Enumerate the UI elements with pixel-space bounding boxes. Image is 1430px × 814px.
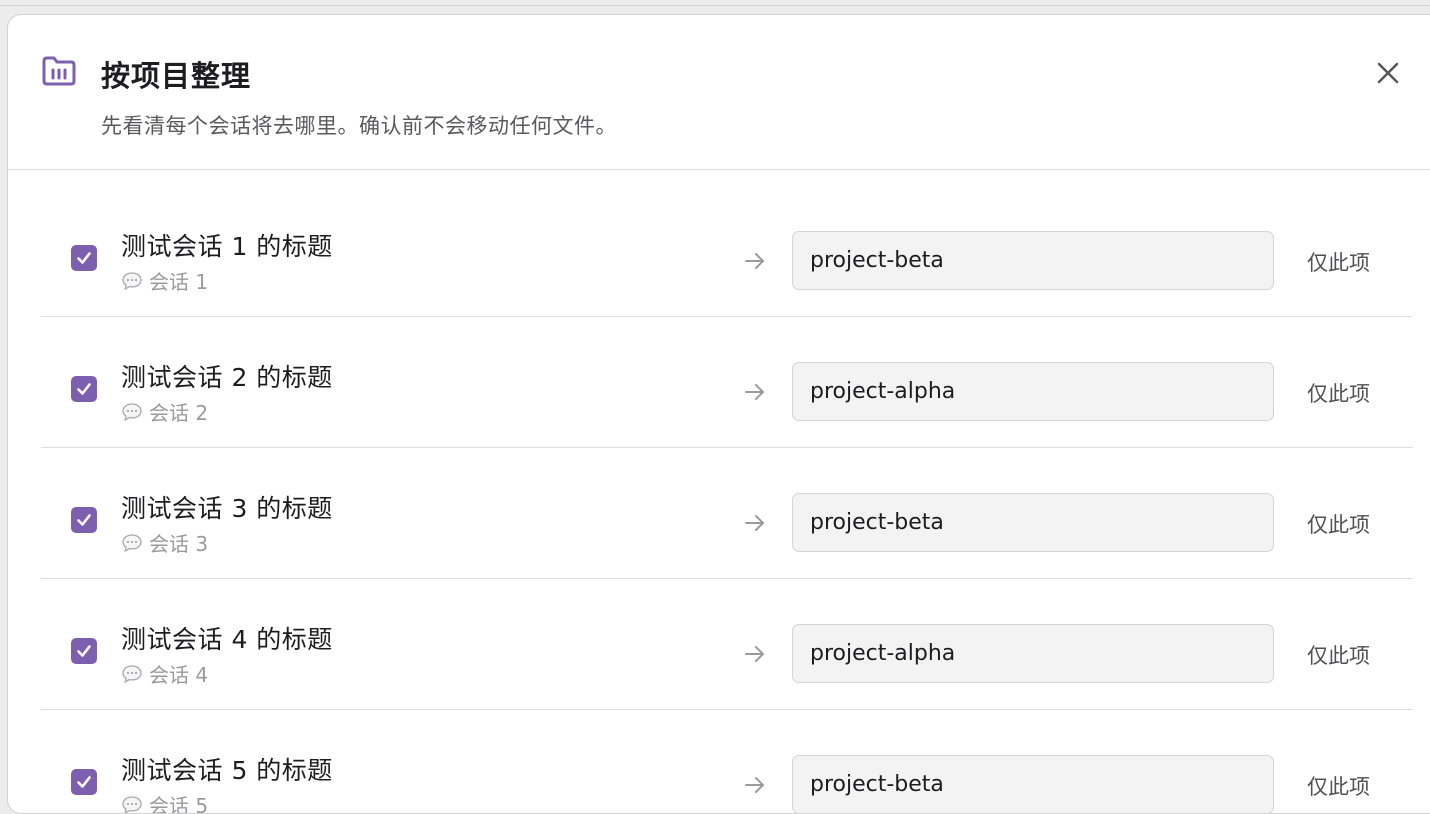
arrow-right-icon	[743, 249, 767, 273]
project-field[interactable]	[792, 755, 1274, 814]
session-checkbox[interactable]	[71, 507, 97, 533]
session-list: 测试会话 1 的标题 会话 1 仅此项 测试会话 2 的标题	[41, 186, 1413, 814]
only-this-button[interactable]: 仅此项	[1307, 378, 1370, 408]
session-row: 测试会话 1 的标题 会话 1 仅此项	[41, 186, 1413, 317]
session-meta-label: 会话 4	[149, 659, 208, 688]
organize-by-project-dialog: 按项目整理 先看清每个会话将去哪里。确认前不会移动任何文件。 测试会话 1 的标…	[7, 14, 1430, 814]
project-field[interactable]	[792, 493, 1274, 552]
arrow-right-icon	[743, 642, 767, 666]
arrow-right-icon	[743, 511, 767, 535]
session-meta: 会话 3	[121, 528, 208, 557]
dialog-header: 按项目整理 先看清每个会话将去哪里。确认前不会移动任何文件。	[8, 15, 1430, 170]
chat-bubble-icon	[121, 533, 143, 553]
only-this-button[interactable]: 仅此项	[1307, 771, 1370, 801]
checkmark-icon	[75, 511, 93, 529]
dialog-subtitle: 先看清每个会话将去哪里。确认前不会移动任何文件。	[101, 110, 617, 140]
checkmark-icon	[75, 773, 93, 791]
checkmark-icon	[75, 380, 93, 398]
chat-bubble-icon	[121, 271, 143, 291]
session-title: 测试会话 2 的标题	[121, 358, 333, 394]
chat-bubble-icon	[121, 795, 143, 814]
only-this-button[interactable]: 仅此项	[1307, 509, 1370, 539]
arrow-right-icon	[743, 380, 767, 404]
session-meta: 会话 1	[121, 266, 208, 295]
session-title: 测试会话 5 的标题	[121, 751, 333, 787]
session-meta-label: 会话 3	[149, 528, 208, 557]
session-meta-label: 会话 1	[149, 266, 208, 295]
session-row: 测试会话 5 的标题 会话 5 仅此项	[41, 710, 1413, 814]
session-row: 测试会话 4 的标题 会话 4 仅此项	[41, 579, 1413, 710]
session-meta-label: 会话 2	[149, 397, 208, 426]
session-meta-label: 会话 5	[149, 790, 208, 814]
session-row: 测试会话 3 的标题 会话 3 仅此项	[41, 448, 1413, 579]
session-row: 测试会话 2 的标题 会话 2 仅此项	[41, 317, 1413, 448]
checkmark-icon	[75, 249, 93, 267]
checkmark-icon	[75, 642, 93, 660]
project-field[interactable]	[792, 362, 1274, 421]
session-checkbox[interactable]	[71, 376, 97, 402]
session-title: 测试会话 1 的标题	[121, 227, 333, 263]
session-meta: 会话 2	[121, 397, 208, 426]
chat-bubble-icon	[121, 664, 143, 684]
session-checkbox[interactable]	[71, 638, 97, 664]
project-field[interactable]	[792, 231, 1274, 290]
session-checkbox[interactable]	[71, 769, 97, 795]
close-icon	[1376, 61, 1400, 85]
chat-bubble-icon	[121, 402, 143, 422]
session-title: 测试会话 3 的标题	[121, 489, 333, 525]
arrow-right-icon	[743, 773, 767, 797]
project-field[interactable]	[792, 624, 1274, 683]
close-button[interactable]	[1370, 55, 1406, 91]
backdrop-divider	[0, 5, 1430, 6]
only-this-button[interactable]: 仅此项	[1307, 640, 1370, 670]
session-title: 测试会话 4 的标题	[121, 620, 333, 656]
only-this-button[interactable]: 仅此项	[1307, 247, 1370, 277]
folder-icon	[41, 55, 77, 87]
dialog-title: 按项目整理	[101, 53, 251, 95]
session-meta: 会话 4	[121, 659, 208, 688]
session-meta: 会话 5	[121, 790, 208, 814]
session-checkbox[interactable]	[71, 245, 97, 271]
